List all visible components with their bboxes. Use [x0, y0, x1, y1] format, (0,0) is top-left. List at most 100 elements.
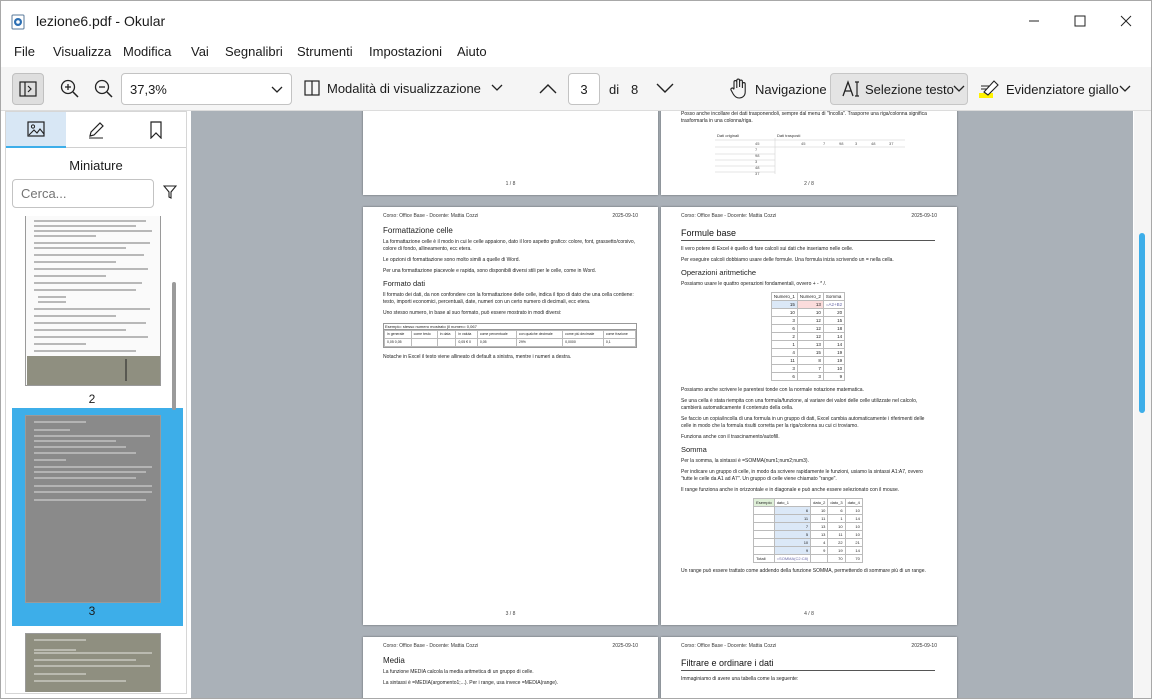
zoom-in-button[interactable] — [60, 79, 80, 99]
header-right: 2025-09-10 — [911, 213, 937, 219]
thumbnail-page-4[interactable] — [12, 631, 183, 692]
highlighter-dropdown[interactable] — [1119, 85, 1131, 93]
heading: Somma — [681, 445, 707, 454]
cell: 13 — [810, 530, 829, 539]
view-mode-button[interactable]: Modalità di visualizzazione — [304, 79, 503, 97]
cell: 1 — [770, 340, 798, 349]
thumbnail-preview — [27, 220, 160, 385]
menu-help[interactable]: Aiuto — [457, 44, 487, 59]
close-button[interactable] — [1103, 5, 1149, 37]
document-view[interactable]: 1 / 8 Posso anche incollare dei dati tra… — [191, 111, 1133, 698]
cell — [436, 338, 457, 347]
previous-page-button[interactable] — [539, 83, 557, 94]
okular-app-icon — [11, 14, 25, 30]
zoom-in-icon — [60, 79, 79, 98]
filter-icon[interactable] — [163, 185, 177, 199]
paragraph: Notache in Excel il testo viene allineat… — [383, 354, 572, 360]
text-select-tool-button[interactable]: Selezione testo — [830, 73, 968, 105]
cell: 0,05 0,05 — [384, 338, 412, 347]
thumbnail-search-input[interactable] — [12, 179, 154, 208]
sidebar-scrollbar[interactable] — [172, 282, 176, 410]
thumbnail-page-2[interactable]: 2 — [12, 216, 183, 406]
sidebar-toggle-button[interactable] — [12, 73, 44, 105]
svg-text:48: 48 — [755, 165, 760, 170]
transpose-table: 4579834837 45 7 98 3 48 37 — [715, 138, 905, 176]
next-page-button[interactable] — [656, 83, 674, 94]
heading: Filtrare e ordinare i dati — [681, 657, 935, 671]
menu-file[interactable]: File — [14, 44, 35, 59]
header-left: Corso: Office Base - Docente: Mattia Coz… — [681, 213, 777, 219]
cell: 3 — [796, 372, 824, 381]
menu-view[interactable]: Visualizza — [53, 44, 111, 59]
thumbnail-image — [25, 415, 161, 603]
cell: 15 — [822, 316, 846, 325]
tab-thumbnails[interactable] — [6, 112, 66, 148]
sidebar-tabs — [6, 112, 186, 148]
paragraph: La formattazione celle è il modo in cui … — [383, 239, 636, 252]
svg-text:7: 7 — [823, 141, 826, 146]
cell: 2 — [770, 332, 798, 341]
page-number-input[interactable]: 3 — [568, 73, 600, 105]
scrollbar-thumb[interactable] — [1139, 233, 1145, 413]
cell: come testo — [410, 330, 438, 339]
paragraph: La funzione MEDIA calcola la media aritm… — [383, 669, 534, 675]
zoom-combobox[interactable]: 37,3% — [121, 73, 292, 105]
cell — [753, 546, 775, 555]
cell: 10 — [827, 522, 846, 531]
paragraph: La sintassi è =MEDIA(argomento1;...). Pe… — [383, 680, 559, 686]
tab-annotations[interactable] — [66, 112, 126, 148]
paragraph: Le opzioni di formattazione sono molto s… — [383, 257, 520, 263]
text-select-dropdown[interactable] — [953, 85, 965, 93]
header-cell: Numero_1 — [770, 292, 798, 301]
cell: 14 — [822, 332, 846, 341]
cell: 14 — [844, 514, 863, 523]
page-text: Posso anche incollare dei dati trasponen… — [681, 111, 927, 124]
cell: come percentuale — [476, 330, 517, 339]
tab-bookmarks[interactable] — [126, 112, 186, 148]
menu-settings[interactable]: Impostazioni — [369, 44, 442, 59]
heading: Formule base — [681, 227, 935, 241]
cell: 6 — [770, 372, 798, 381]
cell: con qualche decimale — [515, 330, 564, 339]
cell: in data — [436, 330, 457, 339]
browse-tool-button[interactable]: Navigazione — [729, 78, 827, 100]
page-5: Corso: Office Base - Docente: Mattia Coz… — [363, 637, 658, 698]
menu-tools[interactable]: Strumenti — [297, 44, 353, 59]
cell: 14 — [844, 546, 863, 555]
cell: 4 — [810, 538, 829, 547]
cell: =A2+B2 — [822, 300, 846, 309]
zoom-out-button[interactable] — [94, 79, 114, 99]
header-cell: dato_2 — [810, 498, 829, 507]
title-bar: lezione6.pdf - Okular — [1, 1, 1151, 41]
heading: Formattazione celle — [383, 226, 453, 235]
document-scrollbar[interactable] — [1134, 111, 1151, 698]
cell: 5 — [773, 530, 812, 539]
cell: 6 — [827, 506, 846, 515]
cell: 11 — [810, 514, 829, 523]
cell: 10 — [770, 308, 798, 317]
highlighter-tool-button[interactable]: Evidenziatore giallo — [978, 78, 1119, 100]
page-header: Corso: Office Base - Docente: Mattia Coz… — [383, 213, 638, 219]
menu-go[interactable]: Vai — [191, 44, 209, 59]
cell — [753, 538, 775, 547]
paragraph: Uno stesso numero, in base al suo format… — [383, 310, 562, 316]
cell: =SOMMA(C2:C8) — [773, 554, 812, 563]
sidebar-panel-icon — [19, 81, 37, 97]
minimize-button[interactable] — [1011, 5, 1057, 37]
maximize-button[interactable] — [1057, 5, 1103, 37]
minimize-icon — [1029, 20, 1039, 22]
page-footer: 2 / 8 — [804, 181, 814, 187]
header-cell: dato_4 — [844, 498, 863, 507]
header-cell: Somma — [822, 292, 846, 301]
menu-edit[interactable]: Modifica — [123, 44, 171, 59]
cell — [753, 506, 775, 515]
menu-bookmarks[interactable]: Segnalibri — [225, 44, 283, 59]
cell: 22 — [827, 538, 846, 547]
cell: 10 — [796, 308, 824, 317]
thumbnail-preview — [34, 639, 152, 682]
cell: 19 — [827, 546, 846, 555]
heading: Formato dati — [383, 279, 426, 288]
cell: 9 — [773, 546, 812, 555]
thumbnail-page-3[interactable]: 3 — [12, 408, 183, 626]
cell: 19 — [822, 356, 846, 365]
